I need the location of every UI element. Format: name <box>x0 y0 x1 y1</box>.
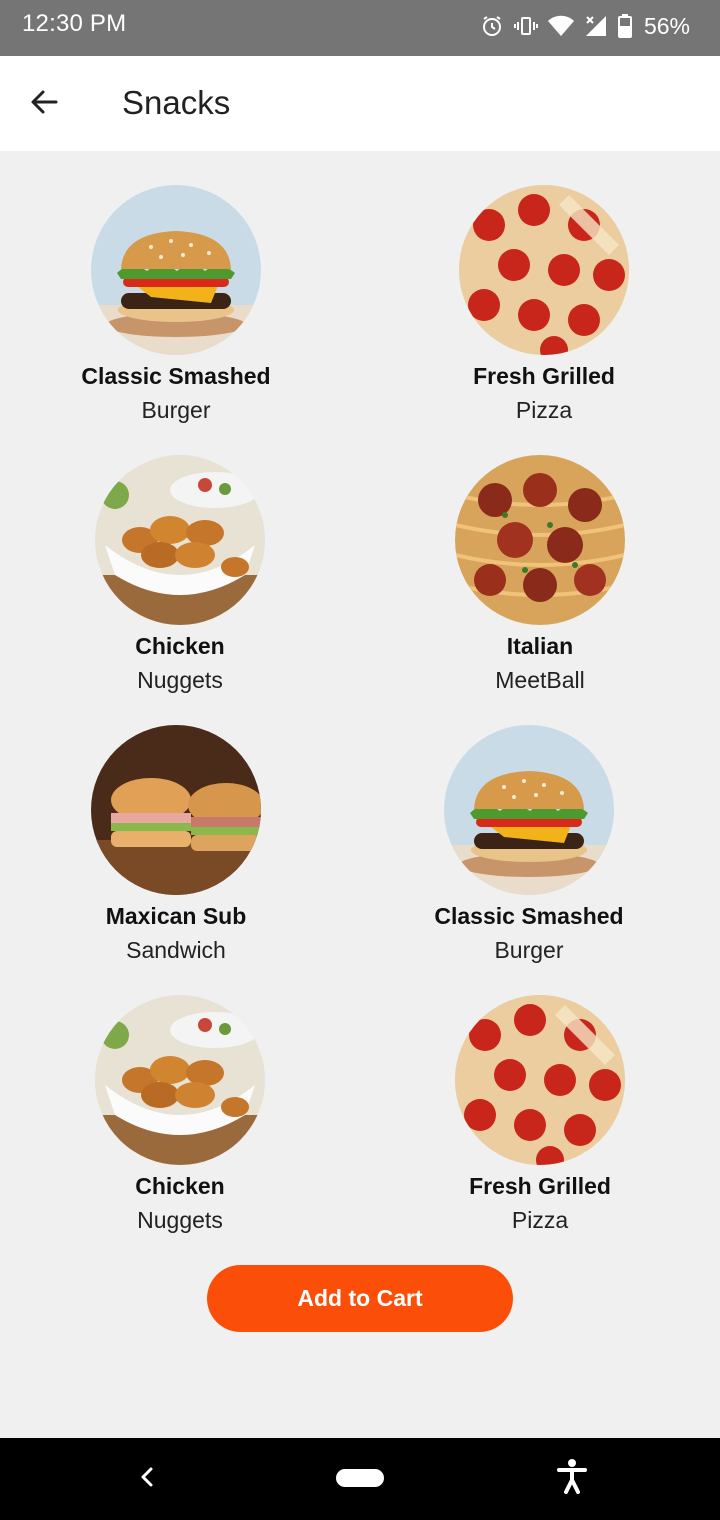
back-button[interactable] <box>20 80 68 128</box>
nuggets-image <box>95 455 265 625</box>
app-bar: Snacks <box>0 56 720 151</box>
signal-icon <box>584 14 608 38</box>
status-bar: 12:30 PM 56% <box>0 0 720 56</box>
item-name: Fresh Grilled <box>469 1173 611 1199</box>
battery-icon <box>617 14 632 38</box>
item-subtitle: Nuggets <box>137 1207 223 1233</box>
status-time: 12:30 PM <box>22 10 127 37</box>
item-subtitle: Burger <box>494 937 564 963</box>
menu-item-classic-smashed-burger[interactable]: Classic Smashed Burger <box>46 185 306 427</box>
sandwich-image <box>91 725 261 895</box>
menu-item-chicken-nuggets-2[interactable]: Chicken Nuggets <box>50 995 310 1237</box>
item-subtitle: MeetBall <box>495 667 585 693</box>
nav-back-icon <box>139 1466 155 1493</box>
meatball-image <box>455 455 625 625</box>
burger-image <box>91 185 261 355</box>
item-name: Classic Smashed <box>81 363 271 389</box>
wifi-icon <box>547 15 574 37</box>
item-name: Maxican Sub <box>105 903 247 929</box>
menu-item-chicken-nuggets[interactable]: Chicken Nuggets <box>50 455 310 697</box>
pizza-image <box>455 995 625 1165</box>
add-to-cart-button[interactable]: Add to Cart <box>207 1265 513 1332</box>
nav-back-button[interactable] <box>130 1462 164 1496</box>
item-subtitle: Sandwich <box>126 937 226 963</box>
burger-image <box>444 725 614 895</box>
arrow-left-icon <box>29 87 59 122</box>
item-name: Classic Smashed <box>434 903 624 929</box>
item-name: Chicken <box>135 633 225 659</box>
item-subtitle: Nuggets <box>137 667 223 693</box>
item-subtitle: Burger <box>141 397 211 423</box>
menu-item-fresh-grilled-pizza-2[interactable]: Fresh Grilled Pizza <box>410 995 670 1237</box>
home-pill-icon[interactable] <box>336 1469 384 1487</box>
pizza-image <box>459 185 629 355</box>
menu-item-maxican-sub-sandwich[interactable]: Maxican Sub Sandwich <box>46 725 306 967</box>
battery-percentage: 56% <box>643 12 690 39</box>
menu-item-italian-meetball[interactable]: Italian MeetBall <box>410 455 670 697</box>
item-name: Chicken <box>135 1173 225 1199</box>
menu-item-classic-smashed-burger-2[interactable]: Classic Smashed Burger <box>399 725 659 967</box>
item-name: Italian <box>506 633 574 659</box>
page-title: Snacks <box>122 84 231 121</box>
vibrate-icon <box>513 14 538 38</box>
menu-item-fresh-grilled-pizza[interactable]: Fresh Grilled Pizza <box>414 185 674 427</box>
alarm-icon <box>480 14 504 38</box>
item-subtitle: Pizza <box>511 1207 569 1233</box>
navigation-bar <box>0 1438 720 1520</box>
accessibility-icon <box>557 1458 587 1499</box>
item-subtitle: Pizza <box>515 397 573 423</box>
status-icons: 56% <box>480 12 690 40</box>
accessibility-button[interactable] <box>555 1458 589 1498</box>
item-name: Fresh Grilled <box>473 363 615 389</box>
nuggets-image <box>95 995 265 1165</box>
